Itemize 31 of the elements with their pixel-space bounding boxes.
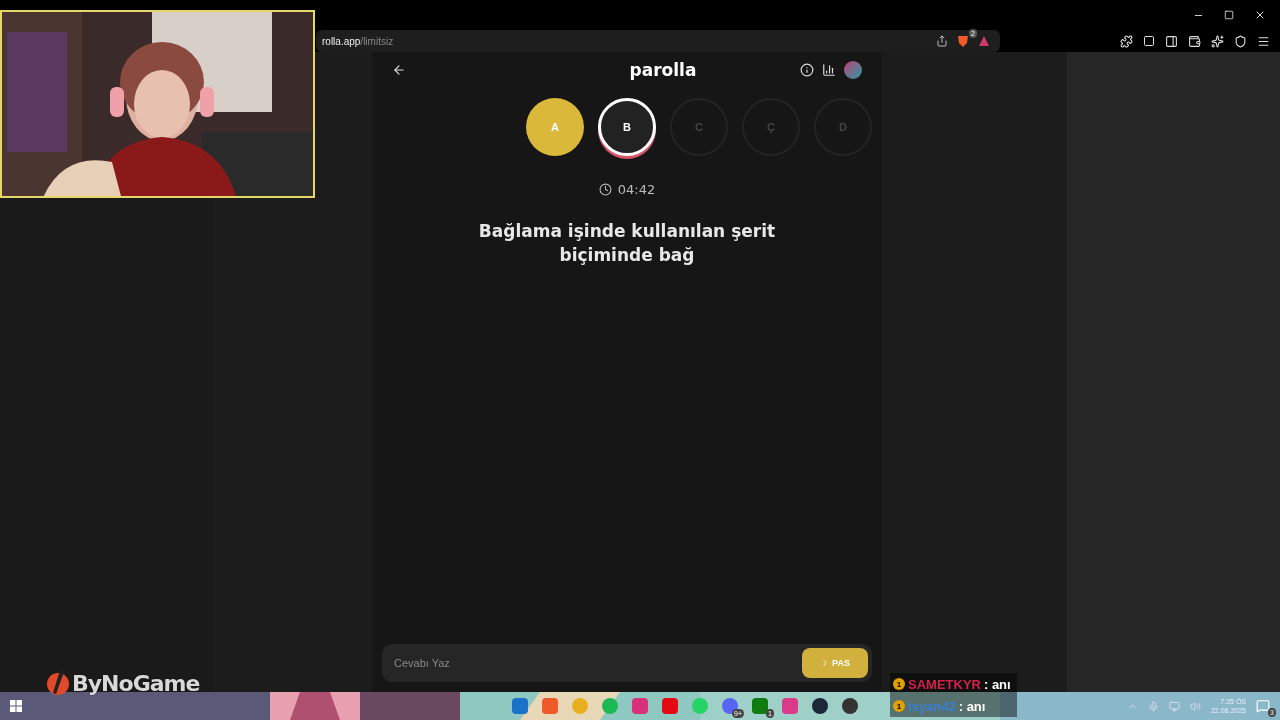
letter-circle[interactable]: A — [526, 98, 584, 156]
info-button[interactable] — [800, 63, 814, 77]
timer: 04:42 — [598, 182, 656, 197]
notification-icon[interactable] — [1256, 699, 1270, 713]
windows-icon[interactable] — [10, 700, 22, 712]
url-text: rolla.app/limitsiz — [322, 35, 395, 47]
wallet-icon[interactable] — [1188, 34, 1201, 48]
tab-icon[interactable] — [1143, 34, 1155, 47]
extensions-icon[interactable] — [1120, 34, 1133, 48]
clock-icon — [598, 183, 612, 196]
back-button[interactable] — [392, 63, 406, 77]
chat-text: : anı — [983, 676, 1011, 692]
share-icon[interactable] — [936, 35, 948, 47]
chat-username: isyan42 — [908, 698, 956, 714]
sparkle-icon[interactable] — [1211, 34, 1224, 48]
triangle-icon[interactable] — [978, 35, 990, 47]
pass-button[interactable]: PAS — [802, 648, 868, 678]
question-text: Bağlama işinde kullanılan şerit biçiminde bağ — [477, 220, 777, 267]
stats-button[interactable] — [822, 63, 836, 77]
close-icon[interactable] — [1254, 9, 1266, 21]
sidebar-icon[interactable] — [1165, 34, 1178, 48]
menu-icon[interactable] — [1257, 34, 1270, 48]
chat-username: SAMETKYR — [908, 676, 981, 692]
avatar[interactable] — [844, 61, 862, 79]
answer-field[interactable]: Cevabı Yaz PAS — [382, 644, 872, 682]
letter-circle[interactable]: B — [598, 98, 656, 156]
chat-text: : anı — [958, 698, 986, 714]
app-title: parolla — [629, 60, 697, 80]
maximize-icon[interactable] — [1224, 10, 1234, 20]
shield-icon[interactable] — [1234, 34, 1247, 48]
logo-text: ByNoGame — [72, 670, 200, 696]
